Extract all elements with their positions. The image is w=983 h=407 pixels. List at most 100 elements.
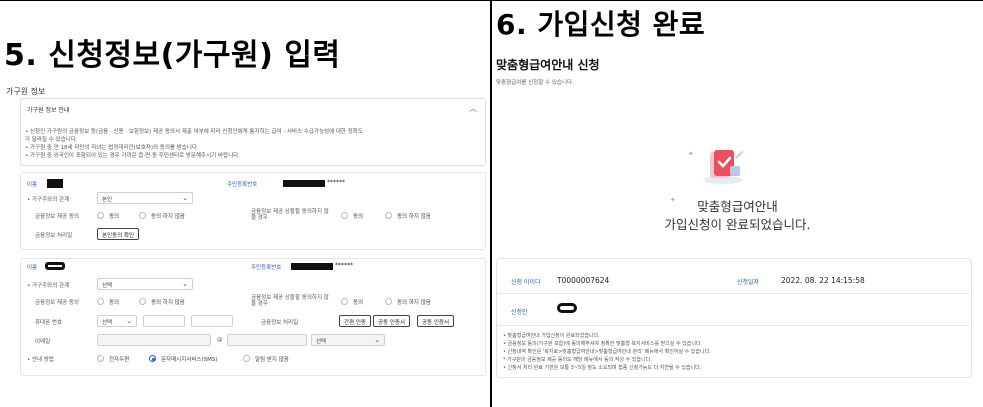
agree-label: 동의	[109, 214, 120, 220]
notify-sms-label: 문자메시지서비스(SMS)	[161, 357, 218, 363]
disagree2-label: 동의 하지 않음	[397, 214, 431, 220]
result-card: 신청 아이디 T0000007624 신청일자 2022. 08. 22 14:…	[496, 258, 972, 378]
name-row: 이름 주민등록번호 ******	[21, 259, 485, 275]
relation-select[interactable]: 선택 ⌄	[97, 278, 193, 290]
applicant-label: 신청인	[511, 309, 528, 316]
rrn-mask: ******	[327, 179, 345, 186]
email-row: 이메일 @ 선택 ⌄	[21, 333, 485, 349]
fin-process-row: 금융정보 처리일 본인동의 확인	[21, 227, 485, 243]
member-card-2: 이름 주민등록번호 ****** • 가구주와의 관계 선택 ⌄ 금융정보 제공…	[20, 258, 486, 376]
phone-row: 휴대폰 번호 선택 ⌄ 금융정보 처리일 간편 인증 공동 인증서 공동 인증서	[21, 314, 485, 330]
apply-id-label: 신청 아이디	[511, 279, 541, 286]
phone-mid-input[interactable]	[143, 315, 185, 327]
email-id-input[interactable]	[97, 334, 211, 346]
chevron-down-icon: ⌄	[182, 280, 188, 288]
agree2-label: 동의	[353, 214, 364, 220]
simple-auth-button[interactable]: 간편 인증	[339, 315, 371, 327]
fin-consent-row: 금융정보 제공 동의 동의 동의 하지 않음 금융정보 제공 상황할 동의하지 …	[21, 294, 485, 310]
done-line-2: 가입신청이 완료되었습니다.	[664, 217, 811, 232]
redacted-rrn	[291, 263, 333, 270]
cert-button[interactable]: 공동 인증서	[373, 315, 411, 327]
chevron-down-icon: ⌄	[182, 194, 188, 202]
section-label: 가구원 정보	[6, 87, 46, 96]
note-line: • 신청서 처리 완료 기한은 보통 3~5일 정도 소요되며 접종 신청가능도…	[503, 365, 702, 371]
phone-prefix-select[interactable]: 선택 ⌄	[97, 315, 137, 327]
redacted-rrn	[283, 180, 325, 187]
notice-line: • 가구원 중 만 18세 미만의 자녀는 법정대리인(보호자)의 동의를 받습…	[25, 145, 199, 151]
email-domain-input[interactable]	[227, 334, 307, 346]
page-heading: 맞춤형급여안내 신청	[496, 58, 600, 72]
step5-title: 5. 신청정보(가구원) 입력	[4, 38, 341, 73]
notify-sms-radio[interactable]	[149, 355, 156, 362]
relation-select[interactable]: 본인 ⌄	[97, 192, 193, 204]
document-check-icon	[703, 150, 743, 184]
note-line: • 맞춤형급여안내 가입신청이 완료되었습니다.	[503, 333, 600, 339]
notice-box[interactable]: 가구원 정보 안내 ︿ • 신청인 가구원의 금융정보 등(금융 · 신용 · …	[20, 98, 486, 166]
fin-consent-label: 금융정보 제공 동의	[35, 214, 79, 220]
phone-label: 휴대폰 번호	[35, 320, 63, 326]
relation-label: • 가구주와의 관계	[27, 197, 70, 203]
notice-line: • 가구원 중 외국인이 포함되어 있는 경우 가까운 읍·면·동 주민센터로 …	[25, 153, 240, 159]
apply-id-value: T0000007624	[557, 276, 610, 285]
name-label: 이름	[27, 265, 38, 271]
relation-row: • 가구주와의 관계 본인 ⌄	[21, 191, 485, 207]
agree2-radio[interactable]	[341, 212, 348, 219]
right-panel: 6. 가입신청 완료 맞춤형급여안내 신청 맞춤형급여를 신청할 수 있습니다.…	[492, 0, 983, 407]
chevron-down-icon: ⌄	[374, 336, 380, 344]
sparkle-icon: ✦	[688, 150, 694, 158]
disagree2-radio[interactable]	[385, 298, 392, 305]
redacted-applicant	[557, 303, 577, 313]
step6-title: 6. 가입신청 완료	[496, 8, 706, 41]
note-line: • 금융정보 동의(가구원 포함)에 동의해주셔야 정확한 맞춤형 복지서비스를…	[503, 341, 703, 347]
fin-process-label: 금융정보 처리일	[261, 320, 299, 326]
member-card-1: 이름 주민등록번호 ****** • 가구주와의 관계 본인 ⌄ 금융정보 제공…	[20, 172, 486, 250]
done-line-1: 맞춤형급여안내	[697, 199, 778, 214]
joint-cert-button[interactable]: 공동 인증서	[417, 315, 455, 327]
redacted-name	[45, 262, 65, 270]
agree-radio[interactable]	[97, 298, 104, 305]
fin-process-label: 금융정보 처리일	[35, 233, 73, 239]
fin-consent-row: 금융정보 제공 동의 동의 동의 하지 않음 금융정보 제공 상황할 동의하지 …	[21, 208, 485, 224]
fin-consent-label: 금융정보 제공 동의	[35, 300, 79, 306]
note-line: * 가구원의 금융정보 제공 동의도 해당 메뉴에서 동의 작성 수 있습니다.	[503, 357, 652, 363]
name-label: 이름	[27, 182, 38, 188]
redacted-name	[47, 179, 63, 188]
relation-label: • 가구주와의 관계	[27, 283, 70, 289]
left-panel: 5. 신청정보(가구원) 입력 가구원 정보 가구원 정보 안내 ︿ • 신청인…	[0, 0, 490, 407]
notify-email-radio[interactable]	[97, 355, 104, 362]
notify-none-radio[interactable]	[243, 355, 250, 362]
notice-line: • 신청인 가구원의 금융정보 등(금융 · 신용 · 보험정보) 제공 동의서…	[25, 129, 363, 135]
note-line: • 신청내역 확인은 '복지로>맞춤형급여안내>맞춤형급여안내 관리' 메뉴에서…	[503, 349, 711, 355]
notice-title: 가구원 정보 안내	[27, 107, 70, 114]
chevron-up-icon[interactable]: ︿	[469, 103, 477, 114]
chevron-down-icon: ⌄	[126, 317, 132, 325]
notify-email-label: 전자우편	[109, 357, 130, 363]
phone-last-input[interactable]	[191, 315, 233, 327]
agree-radio[interactable]	[97, 212, 104, 219]
disagree-radio[interactable]	[139, 212, 146, 219]
agree2-label: 동의	[353, 300, 364, 306]
rrn-mask: ******	[335, 262, 353, 269]
apply-date-value: 2022. 08. 22 14:15:58	[781, 276, 865, 285]
disagree2-label: 동의 하지 않음	[397, 300, 431, 306]
rrn-label: 주민등록번호	[227, 182, 258, 188]
disagree-radio[interactable]	[139, 298, 146, 305]
disagree2-radio[interactable]	[385, 212, 392, 219]
disagree-label: 동의 하지 않음	[151, 214, 185, 220]
agree2-radio[interactable]	[341, 298, 348, 305]
notice-line: 가 달라질 수 있습니다.	[25, 137, 78, 143]
verify-button[interactable]: 본인동의 확인	[97, 228, 140, 240]
relation-row: • 가구주와의 관계 선택 ⌄	[21, 277, 485, 293]
agree-label: 동의	[109, 300, 120, 306]
disagree-label: 동의 하지 않음	[151, 300, 185, 306]
row-divider	[497, 293, 971, 294]
row-divider	[497, 325, 971, 326]
notify-row: • 안내 방법 전자우편 문자메시지서비스(SMS) 알림 받지 않음	[21, 351, 485, 367]
notify-label: • 안내 방법	[27, 357, 54, 363]
email-label: 이메일	[35, 339, 51, 345]
page-subtitle: 맞춤형급여를 신청할 수 있습니다.	[496, 80, 574, 86]
rrn-label: 주민등록번호	[251, 265, 282, 271]
apply-date-label: 신청일자	[737, 279, 760, 286]
name-row: 이름 주민등록번호 ******	[21, 176, 485, 192]
email-domain-select[interactable]: 선택 ⌄	[311, 334, 385, 346]
